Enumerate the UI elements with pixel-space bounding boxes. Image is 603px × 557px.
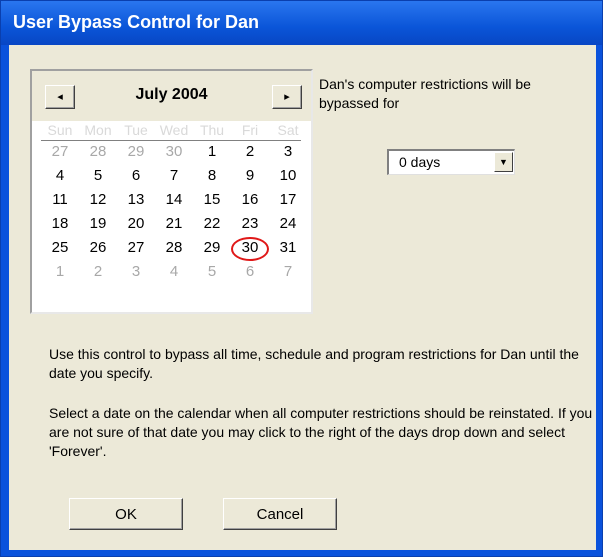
calendar-day[interactable]: 26 bbox=[79, 239, 117, 256]
calendar-day[interactable]: 23 bbox=[231, 215, 269, 232]
calendar-day-outside-month[interactable]: 1 bbox=[41, 263, 79, 280]
weekday-label: Mon bbox=[84, 122, 112, 138]
calendar-day[interactable]: 27 bbox=[117, 239, 155, 256]
calendar-day[interactable]: 8 bbox=[193, 167, 231, 184]
calendar-day[interactable]: 9 bbox=[231, 167, 269, 184]
calendar-day[interactable]: 15 bbox=[193, 191, 231, 208]
calendar-day[interactable]: 16 bbox=[231, 191, 269, 208]
window-title: User Bypass Control for Dan bbox=[13, 12, 260, 32]
calendar-day-outside-month[interactable]: 3 bbox=[117, 263, 155, 280]
calendar-day[interactable]: 10 bbox=[269, 167, 307, 184]
calendar-day[interactable]: 2 bbox=[231, 143, 269, 160]
dialog-body: ◂ July 2004 ▸ Sun Mon Tue Wed Thu Fri Sa… bbox=[9, 45, 596, 550]
dropdown-button[interactable]: ▼ bbox=[494, 152, 513, 172]
calendar-day[interactable]: 13 bbox=[117, 191, 155, 208]
calendar-day[interactable]: 3 bbox=[269, 143, 307, 160]
calendar-header: ◂ July 2004 ▸ bbox=[32, 71, 311, 121]
calendar-day[interactable]: 14 bbox=[155, 191, 193, 208]
calendar-day[interactable]: 6 bbox=[117, 167, 155, 184]
calendar-day[interactable]: 20 bbox=[117, 215, 155, 232]
calendar-day-outside-month[interactable]: 5 bbox=[193, 263, 231, 280]
calendar-day-outside-month[interactable]: 6 bbox=[231, 263, 269, 280]
weekday-label: Sun bbox=[47, 122, 73, 138]
chevron-down-icon: ▼ bbox=[499, 157, 508, 167]
weekday-label: Sat bbox=[277, 122, 299, 138]
calendar-day[interactable]: 22 bbox=[193, 215, 231, 232]
calendar-day[interactable]: 17 bbox=[269, 191, 307, 208]
calendar-day[interactable]: 19 bbox=[79, 215, 117, 232]
next-month-button[interactable]: ▸ bbox=[272, 85, 302, 109]
calendar-day[interactable]: 24 bbox=[269, 215, 307, 232]
weekday-label: Thu bbox=[199, 122, 225, 138]
calendar-month-label: July 2004 bbox=[135, 86, 208, 103]
ok-button[interactable]: OK bbox=[69, 498, 183, 530]
weekday-header: Sun Mon Tue Wed Thu Fri Sat bbox=[41, 122, 301, 141]
calendar-day[interactable]: 12 bbox=[79, 191, 117, 208]
cancel-button[interactable]: Cancel bbox=[223, 498, 337, 530]
chevron-right-icon: ▸ bbox=[284, 91, 290, 103]
calendar-day[interactable]: 21 bbox=[155, 215, 193, 232]
weekday-label: Wed bbox=[159, 122, 189, 138]
calendar-day[interactable]: 11 bbox=[41, 191, 79, 208]
calendar-day-outside-month[interactable]: 2 bbox=[79, 263, 117, 280]
calendar-day[interactable]: 29 bbox=[193, 239, 231, 256]
calendar-day[interactable]: 7 bbox=[155, 167, 193, 184]
calendar-day[interactable]: 25 bbox=[41, 239, 79, 256]
calendar-day[interactable]: 5 bbox=[79, 167, 117, 184]
bypass-duration-select[interactable]: 0 days ▼ bbox=[387, 149, 515, 175]
help-text-usage: Use this control to bypass all time, sch… bbox=[49, 346, 579, 381]
calendar-day[interactable]: 18 bbox=[41, 215, 79, 232]
month-calendar: ◂ July 2004 ▸ Sun Mon Tue Wed Thu Fri Sa… bbox=[30, 69, 313, 314]
calendar-day[interactable]: 30 bbox=[231, 239, 269, 256]
weekday-label: Fri bbox=[241, 122, 259, 138]
duration-value: 0 days bbox=[399, 154, 441, 170]
calendar-day-outside-month[interactable]: 7 bbox=[269, 263, 307, 280]
calendar-day[interactable]: 1 bbox=[193, 143, 231, 160]
calendar-day-outside-month[interactable]: 4 bbox=[155, 263, 193, 280]
calendar-day-outside-month[interactable]: 27 bbox=[41, 143, 79, 160]
weekday-label: Tue bbox=[124, 122, 148, 138]
calendar-day[interactable]: 4 bbox=[41, 167, 79, 184]
calendar-day-outside-month[interactable]: 28 bbox=[79, 143, 117, 160]
dialog-window: User Bypass Control for Dan ◂ July 2004 … bbox=[0, 0, 603, 557]
calendar-day-outside-month[interactable]: 30 bbox=[155, 143, 193, 160]
help-text-instructions: Select a date on the calendar when all c… bbox=[49, 405, 593, 459]
calendar-day-outside-month[interactable]: 29 bbox=[117, 143, 155, 160]
calendar-day[interactable]: 31 bbox=[269, 239, 307, 256]
title-bar[interactable]: User Bypass Control for Dan bbox=[1, 1, 602, 45]
calendar-day[interactable]: 28 bbox=[155, 239, 193, 256]
bypass-description: Dan's computer restrictions will be bypa… bbox=[319, 76, 531, 111]
